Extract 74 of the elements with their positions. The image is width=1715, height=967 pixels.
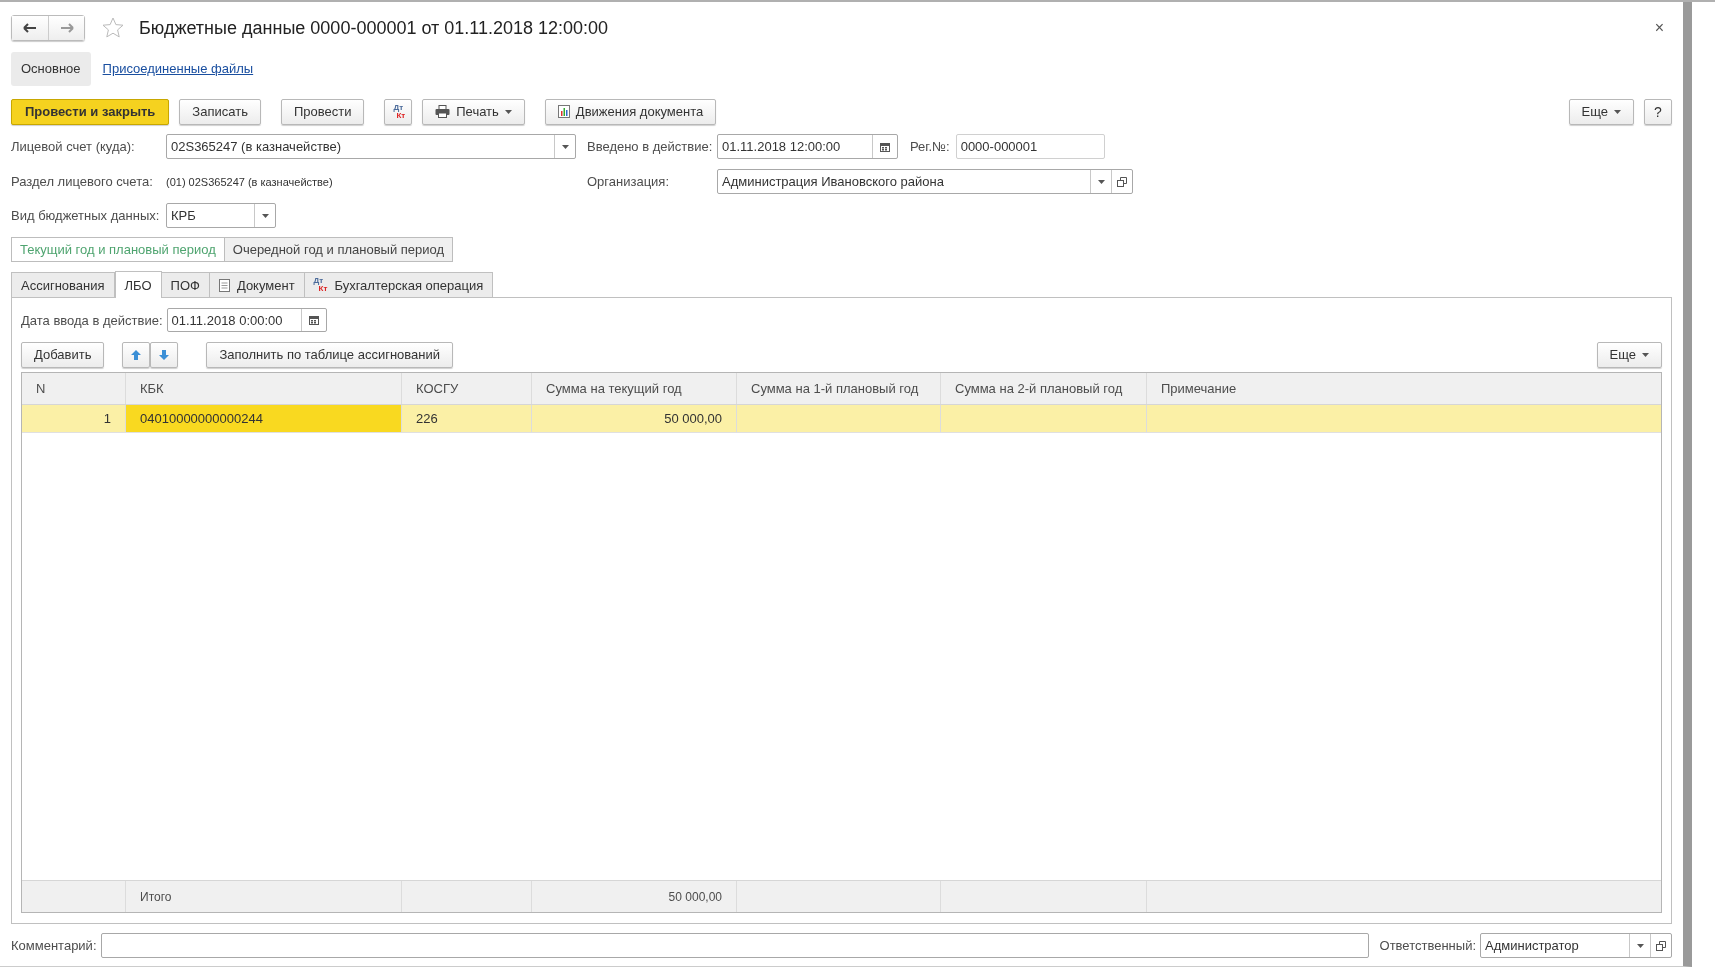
dropdown-icon — [1097, 179, 1105, 184]
field-label: Комментарий: — [11, 938, 97, 953]
column-header[interactable]: Сумма на 2-й плановый год — [941, 373, 1147, 404]
move-up-button[interactable] — [122, 341, 151, 368]
caret-icon — [504, 109, 512, 114]
more-button[interactable]: Еще — [1568, 98, 1634, 125]
print-button[interactable]: Печать — [422, 98, 525, 125]
column-header[interactable]: Сумма на текущий год — [532, 373, 737, 404]
star-icon[interactable] — [101, 16, 125, 40]
account-field[interactable]: 02S365247 (в казначействе) — [166, 134, 576, 159]
calendar-icon — [308, 315, 319, 325]
table-cell: 50 000,00 — [664, 411, 722, 426]
column-header[interactable]: КБК — [126, 373, 402, 404]
toolbar-button[interactable]: Провести — [280, 98, 365, 125]
tab[interactable]: Документ — [209, 272, 305, 297]
document-movements-button[interactable]: Движения документа — [544, 98, 717, 125]
field-label: Вид бюджетных данных: — [11, 208, 161, 223]
column-header[interactable]: КОСГУ — [402, 373, 532, 404]
field-value: (01) 02S365247 (в казначействе) — [166, 175, 334, 188]
period-tab[interactable]: Очередной год и плановый период — [224, 237, 454, 262]
form-tab[interactable]: Присоединенные файлы — [100, 52, 256, 86]
registration-number-field[interactable]: 0000-000001 — [955, 134, 1105, 159]
field-label: Организация: — [587, 174, 671, 189]
back-arrow-icon — [23, 23, 37, 33]
budget-data-type-field[interactable]: КРБ — [166, 203, 276, 228]
organization-field[interactable]: Администрация Ивановского района — [717, 169, 1133, 194]
dropdown-icon — [1636, 943, 1644, 948]
move-down-button[interactable] — [150, 341, 179, 368]
down-arrow-icon — [158, 348, 171, 361]
open-icon — [1117, 176, 1127, 187]
comment-field[interactable] — [100, 933, 1369, 958]
close-button[interactable]: × — [1654, 19, 1664, 37]
total-value: 50 000,00 — [668, 889, 722, 904]
column-header[interactable]: Примечание — [1147, 373, 1661, 404]
open-icon — [1656, 940, 1666, 951]
debit-credit-button[interactable]: Дт Кт — [384, 98, 413, 125]
column-header[interactable]: N — [22, 373, 126, 404]
field-label: Дата ввода в действие: — [21, 312, 163, 328]
date-field[interactable]: 01.11.2018 0:00:00 — [166, 308, 327, 332]
date-field[interactable]: 01.11.2018 12:00:00 — [717, 134, 898, 159]
responsible-field[interactable]: Администратор — [1480, 933, 1672, 958]
printer-icon — [435, 105, 451, 118]
report-icon — [557, 105, 570, 118]
window-title: Бюджетные данные 0000-000001 от 01.11.2018 12:00:00 — [139, 17, 609, 39]
tab[interactable]: Ассигнования — [11, 272, 115, 297]
up-arrow-icon — [130, 348, 143, 361]
table-row[interactable]: 1 04010000000000244 226 50 000,00 — [22, 405, 1661, 433]
table-cell: 04010000000000244 — [140, 411, 263, 426]
dropdown-icon — [261, 213, 269, 218]
add-button[interactable]: Добавить — [21, 341, 105, 368]
document-icon — [218, 278, 230, 292]
calendar-icon — [880, 141, 890, 152]
more-button[interactable]: Еще — [1596, 341, 1662, 368]
field-label: Введено в действие: — [587, 139, 714, 154]
caret-icon — [1614, 109, 1621, 114]
tab[interactable]: ЛБО — [114, 271, 162, 298]
forward-arrow-icon — [59, 23, 74, 33]
field-label: Рег.№: — [910, 139, 950, 154]
field-label: Лицевой счет (куда): — [11, 139, 136, 154]
tab[interactable]: ПОФ — [161, 272, 210, 297]
help-button[interactable]: ? — [1644, 98, 1672, 125]
dropdown-icon — [561, 144, 569, 149]
table-cell: 226 — [416, 411, 438, 426]
field-label: Раздел лицевого счета: — [11, 174, 154, 189]
column-header[interactable]: Сумма на 1-й плановый год — [737, 373, 941, 404]
toolbar-button[interactable]: Записать — [179, 98, 261, 125]
caret-icon — [1642, 352, 1649, 357]
back-button[interactable] — [12, 16, 48, 40]
fill-from-allocations-button[interactable]: Заполнить по таблице ассигнований — [206, 341, 453, 368]
form-tab[interactable]: Основное — [11, 52, 91, 86]
table-cell: 1 — [103, 411, 111, 426]
total-label: Итого — [140, 889, 172, 904]
post-and-close-button[interactable]: Провести и закрыть — [11, 98, 170, 125]
field-label: Ответственный: — [1379, 938, 1476, 953]
